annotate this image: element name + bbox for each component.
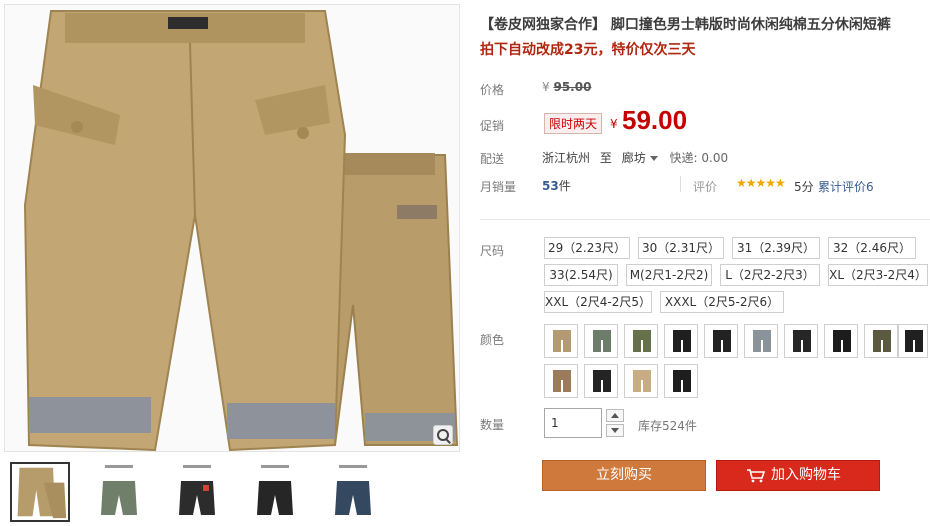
thumbnail-khaki[interactable] bbox=[10, 462, 70, 522]
quantity-label: 数量 bbox=[480, 418, 505, 432]
size-option[interactable]: XXXL（2尺5-2尺6） bbox=[660, 291, 784, 313]
size-option[interactable]: 29（2.23尺） bbox=[544, 237, 630, 259]
monthly-sales-count: 53 bbox=[542, 179, 559, 193]
zoom-magnifier-icon[interactable] bbox=[433, 425, 453, 445]
size-option[interactable]: L（2尺2-2尺3） bbox=[720, 264, 820, 286]
add-to-cart-button[interactable]: 加入购物车 bbox=[716, 460, 880, 491]
thumbnail-green-image bbox=[101, 465, 137, 515]
promotion-price: 59.00 bbox=[622, 105, 688, 135]
product-title: 【卷皮网独家合作】 脚口撞色男士韩版时尚休闲纯棉五分休闲短裤 bbox=[480, 17, 891, 33]
original-price: ¥ 95.00 bbox=[542, 80, 591, 94]
color-swatch[interactable] bbox=[824, 324, 858, 358]
color-swatch[interactable] bbox=[584, 364, 618, 398]
color-swatch[interactable] bbox=[898, 324, 928, 358]
size-option[interactable]: 33(2.54尺) bbox=[544, 264, 618, 286]
rating-score: 5分 bbox=[794, 180, 814, 194]
review-count-link[interactable]: 累计评价6 bbox=[818, 178, 874, 195]
shopping-cart-icon bbox=[747, 469, 765, 483]
promotion-currency: ¥ bbox=[610, 117, 618, 131]
shipping-info: 浙江杭州 至 廊坊 快递: 0.00 bbox=[542, 149, 728, 166]
size-option[interactable]: XXL（2尺4-2尺5） bbox=[544, 291, 652, 313]
size-label: 尺码 bbox=[480, 244, 505, 258]
chevron-down-icon bbox=[649, 155, 658, 161]
add-to-cart-label: 加入购物车 bbox=[771, 467, 841, 483]
color-swatch[interactable] bbox=[664, 364, 698, 398]
main-product-image[interactable] bbox=[4, 4, 460, 452]
color-swatch[interactable] bbox=[544, 324, 578, 358]
monthly-sales-unit: 件 bbox=[558, 179, 571, 193]
size-option[interactable]: 32（2.46尺） bbox=[828, 237, 916, 259]
thumbnail-black[interactable] bbox=[244, 462, 304, 522]
thumbnail-strip bbox=[10, 462, 382, 524]
quantity-decrease-icon[interactable] bbox=[606, 424, 624, 437]
color-swatch[interactable] bbox=[664, 324, 698, 358]
color-swatch[interactable] bbox=[744, 324, 778, 358]
thumbnail-blue[interactable] bbox=[322, 462, 382, 522]
divider bbox=[480, 219, 930, 220]
color-label: 颜色 bbox=[480, 333, 505, 347]
size-option[interactable]: M(2尺1-2尺2) bbox=[626, 264, 712, 286]
buy-now-button[interactable]: 立刻购买 bbox=[542, 460, 706, 491]
size-option[interactable]: 31（2.39尺） bbox=[732, 237, 820, 259]
color-swatch[interactable] bbox=[624, 364, 658, 398]
color-swatch[interactable] bbox=[584, 324, 618, 358]
quantity-input[interactable] bbox=[544, 408, 602, 438]
shipping-origin: 浙江杭州 bbox=[542, 151, 591, 165]
currency-symbol: ¥ bbox=[542, 80, 550, 94]
shipping-to-word: 至 bbox=[599, 151, 612, 165]
thumbnail-black-red-image bbox=[179, 465, 215, 515]
price-label: 价格 bbox=[480, 83, 505, 97]
stock-count: 库存524件 bbox=[638, 419, 697, 433]
product-info-panel: 【卷皮网独家合作】 脚口撞色男士韩版时尚休闲纯棉五分休闲短裤 拍下自动改成23元… bbox=[472, 0, 930, 526]
color-swatch[interactable] bbox=[784, 324, 818, 358]
thumbnail-green[interactable] bbox=[88, 462, 148, 522]
size-option[interactable]: XL（2尺3-2尺4） bbox=[828, 264, 928, 286]
destination-value: 廊坊 bbox=[621, 151, 646, 165]
thumbnail-khaki-image bbox=[17, 467, 67, 519]
promotion-tag: 限时两天 bbox=[544, 113, 603, 134]
thumbnail-black-image bbox=[257, 465, 293, 515]
monthly-sales-label: 月销量 bbox=[480, 180, 517, 194]
thumbnail-black-red[interactable] bbox=[166, 462, 226, 522]
destination-select[interactable]: 廊坊 bbox=[622, 149, 666, 166]
original-price-value: 95.00 bbox=[553, 80, 592, 94]
size-option[interactable]: 30（2.31尺） bbox=[638, 237, 724, 259]
shipping-label: 配送 bbox=[480, 152, 505, 166]
product-shorts-illustration bbox=[23, 10, 459, 451]
divider bbox=[680, 176, 681, 192]
product-subtitle: 拍下自动改成23元，特价仅次三天 bbox=[480, 42, 696, 58]
promotion-label: 促销 bbox=[480, 119, 505, 133]
review-label: 评价 bbox=[693, 180, 718, 194]
buy-now-label: 立刻购买 bbox=[596, 467, 652, 483]
color-swatch[interactable] bbox=[704, 324, 738, 358]
rating-stars-icon: ★★★★★ bbox=[736, 176, 786, 190]
thumbnail-blue-image bbox=[335, 465, 371, 515]
monthly-sales: 53件 bbox=[542, 177, 571, 194]
shipping-fee: 快递: 0.00 bbox=[669, 151, 729, 165]
color-swatch[interactable] bbox=[544, 364, 578, 398]
color-swatch[interactable] bbox=[864, 324, 898, 358]
color-swatch[interactable] bbox=[624, 324, 658, 358]
quantity-increase-icon[interactable] bbox=[606, 409, 624, 422]
